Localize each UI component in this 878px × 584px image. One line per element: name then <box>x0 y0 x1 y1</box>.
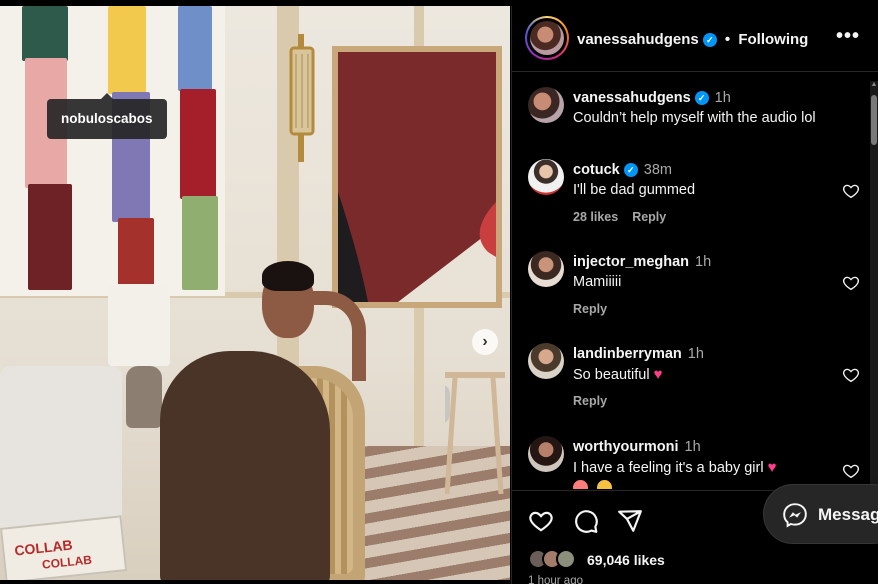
comments-scrollbar[interactable]: ▲ <box>870 81 878 489</box>
comment-text: Mamiiiii <box>573 274 622 290</box>
comment-header: landinberryman 1h <box>573 346 704 362</box>
comment-username[interactable]: landinberryman <box>573 346 682 362</box>
comment-likes[interactable]: 28 likes <box>573 210 618 224</box>
heart-icon[interactable] <box>842 182 860 200</box>
comment-header: injector_meghan 1h <box>573 254 711 270</box>
heart-icon[interactable] <box>528 508 554 534</box>
table-lamp-base <box>126 366 162 428</box>
comment-time: 1h <box>687 346 704 362</box>
woman-hair <box>262 261 314 291</box>
reply-button[interactable]: Reply <box>573 302 607 316</box>
blushing-face-emoji-icon <box>597 480 613 489</box>
comment-text-line: I have a feeling it's a baby girl ♥ <box>573 459 776 476</box>
messages-button[interactable]: Messages <box>763 484 878 544</box>
header-user-line: vanessahudgens ✓ • Following <box>577 31 808 48</box>
comment-text: So beautiful <box>573 367 650 383</box>
pink-heart-emoji-icon: ♥ <box>653 366 663 383</box>
avatar[interactable] <box>528 343 564 379</box>
comment-time: 1h <box>714 90 731 106</box>
avatar[interactable] <box>528 87 564 123</box>
sofa <box>0 366 122 536</box>
likes-count[interactable]: 69,046 likes <box>587 552 665 568</box>
avatar[interactable] <box>528 251 564 287</box>
avatar[interactable] <box>528 159 564 195</box>
comment-meta: Reply <box>573 394 607 408</box>
side-table <box>405 364 505 495</box>
comment-text-line: So beautiful ♥ <box>573 366 663 383</box>
header-username[interactable]: vanessahudgens <box>577 31 699 48</box>
comment-header: worthyourmoni 1h <box>573 439 701 455</box>
comment-header: vanessahudgens ✓ 1h <box>573 90 731 106</box>
chevron-right-icon[interactable]: › <box>472 329 498 355</box>
comment-icon[interactable] <box>573 508 599 534</box>
heart-icon[interactable] <box>842 274 860 292</box>
heart-icon[interactable] <box>842 366 860 384</box>
scrollbar-thumb[interactable] <box>871 95 877 145</box>
book-stack: COLLAB COLLAB <box>0 515 128 580</box>
messages-label: Messages <box>818 505 878 524</box>
comment-text: I'll be dad gummed <box>573 182 696 198</box>
wall-sconce <box>287 34 317 162</box>
comment-username[interactable]: worthyourmoni <box>573 439 679 455</box>
comment-header: cotuck ✓ 38m <box>573 162 672 178</box>
comment-text: I have a feeling it's a baby girl <box>573 460 764 476</box>
smiling-face-with-hearts-emoji-icon <box>573 480 588 489</box>
comments-list[interactable]: vanessahudgens ✓ 1h Couldn’t help myself w… <box>512 73 878 489</box>
comment-meta: 28 likes Reply <box>573 210 666 224</box>
post-header: vanessahudgens ✓ • Following ••• <box>512 6 878 72</box>
more-options-icon[interactable]: ••• <box>836 26 860 46</box>
woman-figure <box>160 351 330 580</box>
liker-avatar <box>556 549 576 569</box>
heart-icon[interactable] <box>842 462 860 480</box>
abstract-stripe-painting <box>0 6 225 296</box>
avatar <box>530 21 564 55</box>
comment-username[interactable]: injector_meghan <box>573 254 689 270</box>
pink-heart-emoji-icon: ♥ <box>767 459 777 476</box>
comment-meta: Reply <box>573 302 607 316</box>
verified-badge-icon: ✓ <box>702 33 717 47</box>
comment-username[interactable]: vanessahudgens <box>573 90 691 106</box>
book-title: COLLAB <box>41 552 93 572</box>
story-ring[interactable] <box>525 16 569 60</box>
avatar[interactable] <box>528 436 564 472</box>
comment-text: Couldn’t help myself with the audio lol <box>573 110 816 126</box>
comment-username[interactable]: cotuck <box>573 162 620 178</box>
reply-button[interactable]: Reply <box>632 210 666 224</box>
comment-time: 38m <box>643 162 672 178</box>
share-icon[interactable] <box>617 508 643 534</box>
verified-badge-icon: ✓ <box>623 163 638 177</box>
framed-abstract-painting <box>332 46 502 308</box>
scroll-up-icon[interactable]: ▲ <box>870 81 878 89</box>
comment-time: 1h <box>695 254 712 270</box>
emoji-row <box>573 480 613 489</box>
post-time: 1 hour ago <box>528 575 583 584</box>
messenger-icon <box>783 503 807 528</box>
separator-dot: • <box>724 31 731 48</box>
table-lamp-shade <box>108 284 170 366</box>
following-button[interactable]: Following <box>738 31 808 48</box>
reply-button[interactable]: Reply <box>573 394 607 408</box>
post-photo[interactable]: COLLAB COLLAB nobuloscabos › <box>0 6 510 580</box>
user-tag[interactable]: nobuloscabos <box>47 93 167 139</box>
comment-time: 1h <box>684 439 701 455</box>
verified-badge-icon: ✓ <box>694 91 709 105</box>
